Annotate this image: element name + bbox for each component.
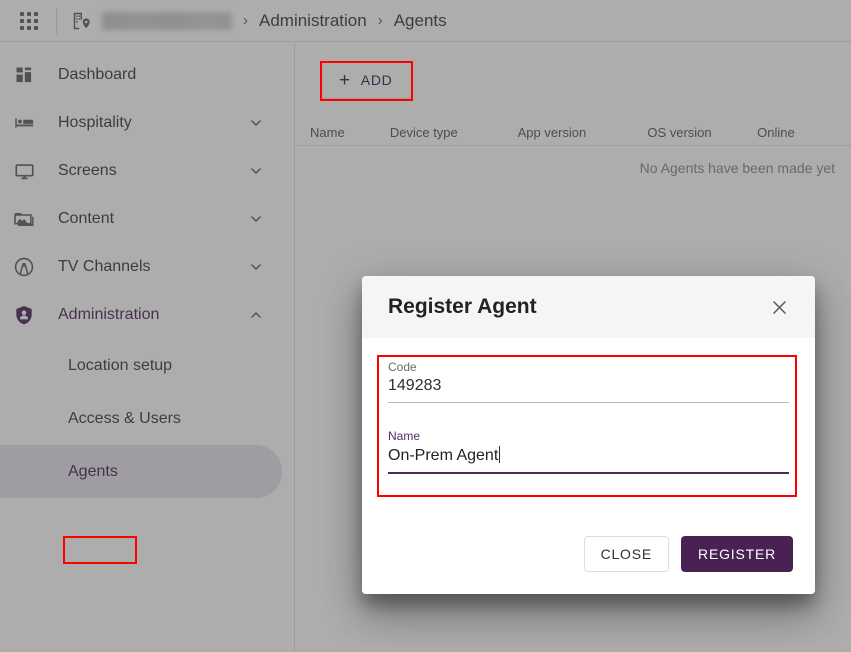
close-icon[interactable]	[765, 293, 793, 321]
dialog-header: Register Agent	[362, 276, 815, 338]
name-field-label: Name	[388, 429, 421, 443]
dialog-title: Register Agent	[388, 295, 537, 318]
code-field-label: Code	[388, 360, 417, 374]
code-field[interactable]: Code 149283	[388, 360, 789, 403]
close-button[interactable]: CLOSE	[583, 536, 670, 572]
text-cursor	[499, 446, 501, 463]
code-input[interactable]: 149283	[388, 377, 789, 403]
name-field[interactable]: Name On-Prem Agent	[388, 429, 789, 474]
dialog-footer: CLOSE REGISTER	[362, 520, 815, 594]
register-agent-dialog: Register Agent Code 149283 Name On-Prem …	[362, 276, 815, 594]
app-root: › Administration › Agents Dashboard Hosp…	[0, 0, 851, 652]
register-button[interactable]: REGISTER	[681, 536, 793, 572]
name-input-wrapper[interactable]: On-Prem Agent	[388, 446, 789, 474]
dialog-body: Code 149283 Name On-Prem Agent	[362, 338, 815, 520]
name-input[interactable]: On-Prem Agent	[388, 447, 498, 464]
